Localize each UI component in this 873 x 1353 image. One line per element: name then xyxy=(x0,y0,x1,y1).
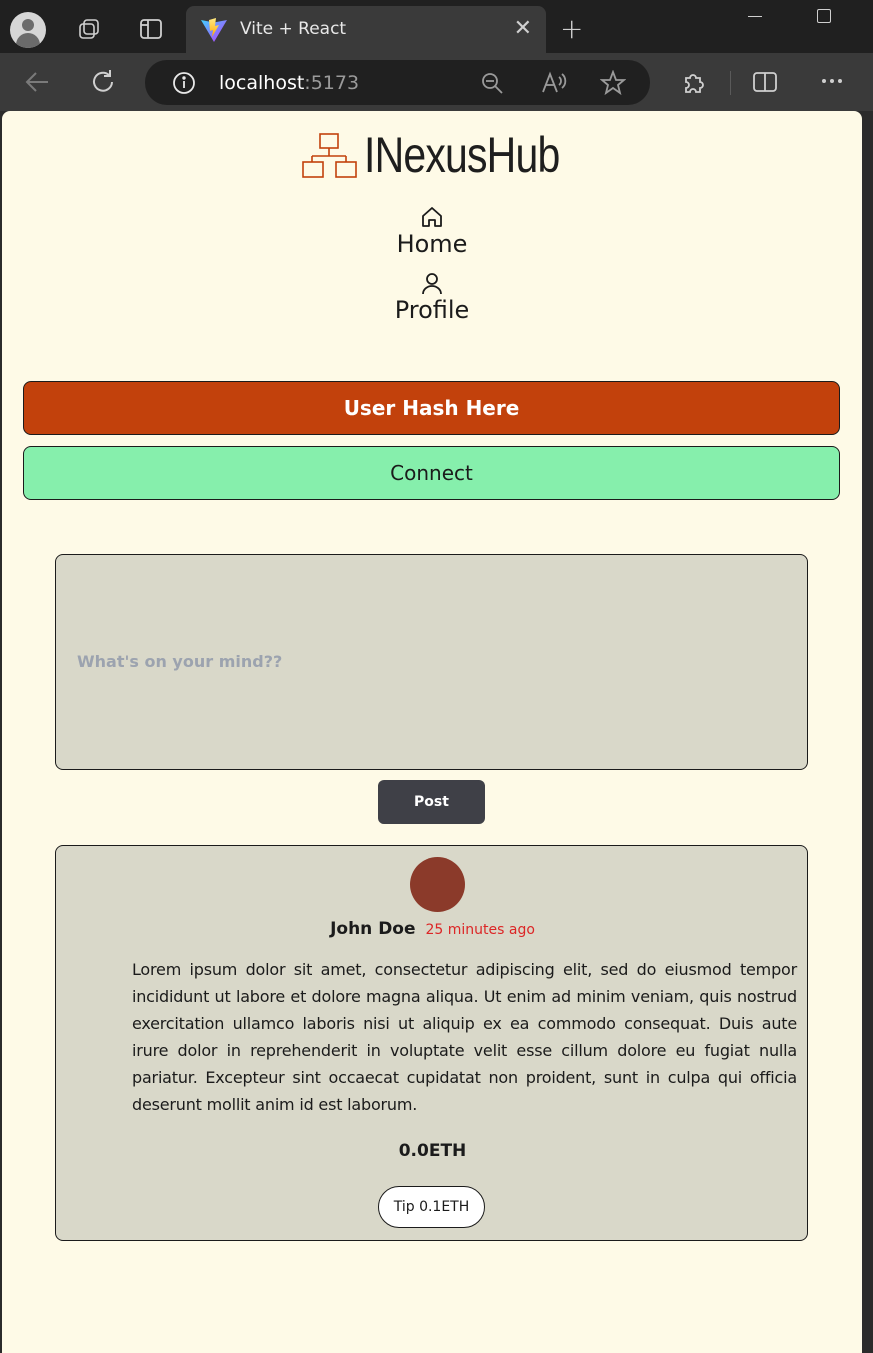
window-maximize-icon[interactable] xyxy=(817,9,831,23)
vertical-tabs-icon[interactable] xyxy=(139,17,163,45)
tab-title: Vite + React xyxy=(240,19,347,39)
url-text: localhost:5173 xyxy=(219,72,360,94)
nav-label-profile: Profile xyxy=(394,296,470,324)
post-timestamp: 25 minutes ago xyxy=(425,922,535,938)
more-menu-icon[interactable] xyxy=(820,69,844,97)
page-viewport: INexusHub Home Profile User Hash Here Co… xyxy=(2,111,862,1353)
nav-item-profile[interactable]: Profile xyxy=(2,271,862,325)
post-input[interactable] xyxy=(56,555,807,769)
user-icon xyxy=(422,273,442,295)
zoom-out-icon[interactable] xyxy=(480,71,504,99)
site-info-icon[interactable] xyxy=(171,70,197,100)
brand-name: INexusHub xyxy=(363,127,560,183)
toolbar-divider xyxy=(730,71,731,95)
brand-header[interactable]: INexusHub xyxy=(2,129,862,181)
sitemap-icon xyxy=(302,133,357,178)
post-card: John Doe 25 minutes ago Lorem ipsum dolo… xyxy=(55,845,808,1241)
tip-button[interactable]: Tip 0.1ETH xyxy=(378,1186,485,1228)
main-nav: Home Profile xyxy=(2,205,862,337)
favorite-star-icon[interactable] xyxy=(599,69,627,100)
post-button[interactable]: Post xyxy=(378,780,485,824)
tab-close-icon[interactable]: ✕ xyxy=(514,16,532,41)
connect-button[interactable]: Connect xyxy=(23,446,840,500)
post-author[interactable]: John Doe xyxy=(330,919,415,939)
user-hash-button[interactable]: User Hash Here xyxy=(23,381,840,435)
window-minimize-icon[interactable] xyxy=(748,16,762,17)
home-icon xyxy=(422,207,442,227)
new-tab-icon[interactable]: + xyxy=(560,12,583,45)
back-arrow-icon[interactable] xyxy=(24,70,50,98)
extensions-icon[interactable] xyxy=(681,69,707,99)
post-composer xyxy=(55,554,808,770)
post-tip-total: 0.0ETH xyxy=(398,1141,467,1161)
tab-vite-react[interactable]: Vite + React ✕ xyxy=(186,6,546,53)
browser-profile-avatar[interactable] xyxy=(10,12,46,48)
read-aloud-icon[interactable] xyxy=(541,71,567,99)
avatar[interactable] xyxy=(410,857,465,912)
post-body: Lorem ipsum dolor sit amet, consectetur … xyxy=(132,960,797,1114)
browser-address-bar: localhost:5173 xyxy=(0,53,873,111)
refresh-icon[interactable] xyxy=(90,69,116,99)
post-meta: John Doe 25 minutes ago xyxy=(56,919,809,939)
browser-tab-bar: Vite + React ✕ + xyxy=(0,0,873,53)
split-screen-icon[interactable] xyxy=(752,69,778,99)
vite-logo-icon xyxy=(200,17,228,47)
url-bar[interactable]: localhost:5173 xyxy=(145,60,650,105)
nav-item-home[interactable]: Home xyxy=(2,205,862,259)
workspaces-icon[interactable] xyxy=(76,16,102,46)
nav-label-home: Home xyxy=(396,230,468,258)
